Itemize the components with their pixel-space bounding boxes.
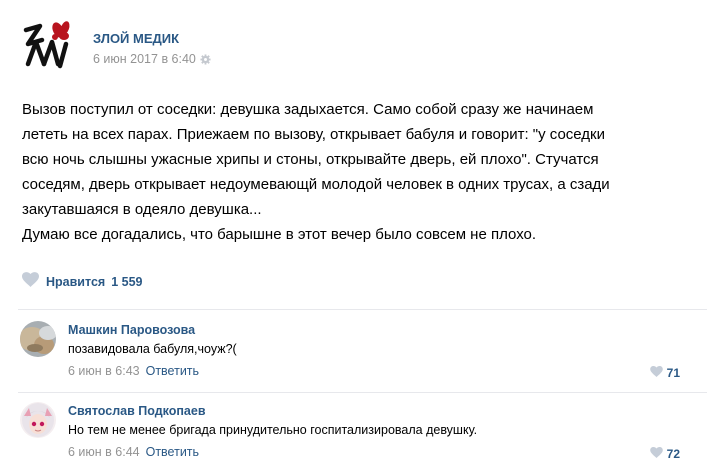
reply-button[interactable]: Ответить — [146, 445, 199, 459]
post-text: Вызов поступил от соседки: девушка задых… — [22, 101, 610, 243]
avatar[interactable] — [20, 321, 56, 357]
post-header: ЗЛОЙ МЕДИК 6 июн 2017 в 6:40 — [18, 18, 698, 74]
comment-item: Машкин Паровозова позавидовала бабуля,чо… — [18, 315, 707, 385]
comment-author[interactable]: Машкин Паровозова — [68, 323, 195, 337]
comment-like-button[interactable]: 71 — [649, 364, 680, 382]
like-label: Нравится — [46, 275, 106, 289]
comment-like-count: 71 — [666, 366, 680, 380]
gear-icon[interactable] — [200, 54, 211, 68]
comment-meta: 6 июн в 6:43 Ответить — [68, 364, 199, 378]
post-author-name[interactable]: ЗЛОЙ МЕДИК — [93, 31, 179, 46]
community-avatar-logo[interactable] — [22, 18, 74, 70]
comment-date[interactable]: 6 июн в 6:44 — [68, 445, 140, 459]
post-date-text[interactable]: 6 июн 2017 в 6:40 — [93, 52, 196, 66]
divider — [18, 309, 707, 310]
comment-text: Но тем не менее бригада принудительно го… — [68, 423, 478, 437]
comment-item: Святослав Подкопаев Но тем не менее бриг… — [18, 396, 707, 466]
comment-like-count: 72 — [666, 447, 680, 461]
like-count: 1 559 — [111, 275, 143, 289]
like-button[interactable]: Нравится 1 559 — [22, 272, 142, 292]
post-like-bar: Нравится 1 559 — [22, 272, 142, 290]
comment-meta: 6 июн в 6:44 Ответить — [68, 445, 199, 459]
heart-icon — [649, 364, 663, 382]
comment-text: позавидовала бабуля,чоуж?( — [68, 342, 237, 356]
post-date[interactable]: 6 июн 2017 в 6:40 — [93, 52, 211, 68]
comment-author[interactable]: Святослав Подкопаев — [68, 404, 206, 418]
avatar[interactable] — [20, 402, 56, 438]
comment-date[interactable]: 6 июн в 6:43 — [68, 364, 140, 378]
heart-icon — [649, 445, 663, 463]
reply-button[interactable]: Ответить — [146, 364, 199, 378]
comment-like-button[interactable]: 72 — [649, 445, 680, 463]
divider — [18, 392, 707, 393]
heart-icon — [22, 272, 39, 292]
